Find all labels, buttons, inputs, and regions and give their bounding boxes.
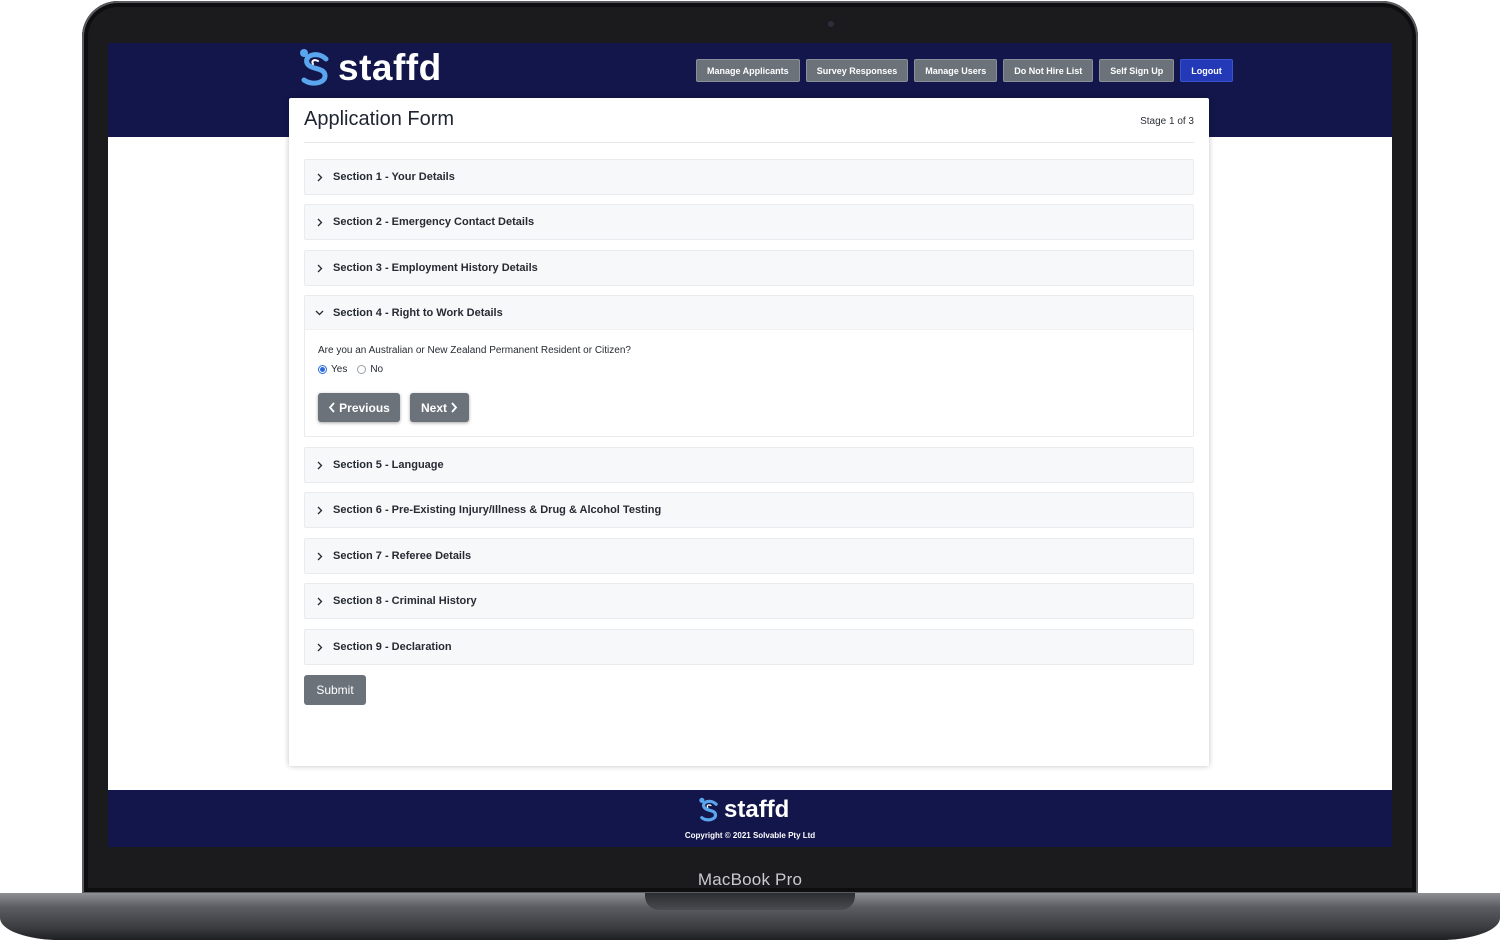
manage-users-button[interactable]: Manage Users <box>914 59 998 82</box>
residency-question: Are you an Australian or New Zealand Per… <box>318 345 631 356</box>
accordion-section-6[interactable]: Section 6 - Pre-Existing Injury/Illness … <box>304 492 1194 528</box>
accordion-section-7[interactable]: Section 7 - Referee Details <box>304 538 1194 574</box>
accordion-header[interactable]: Section 5 - Language <box>305 448 1193 482</box>
chevron-right-icon <box>315 461 324 470</box>
section-title: Section 5 - Language <box>333 459 444 471</box>
header-nav: Manage Applicants Survey Responses Manag… <box>696 59 1233 82</box>
section-title: Section 7 - Referee Details <box>333 550 472 562</box>
laptop-notch <box>645 893 855 910</box>
section-title: Section 9 - Declaration <box>333 641 452 653</box>
accordion-section-5[interactable]: Section 5 - Language <box>304 447 1194 483</box>
accordion-header[interactable]: Section 9 - Declaration <box>305 630 1193 664</box>
next-button[interactable]: Next <box>410 393 469 422</box>
no-radio[interactable] <box>357 365 367 374</box>
chevron-right-icon <box>315 643 324 652</box>
accordion-section-1[interactable]: Section 1 - Your Details <box>304 159 1194 195</box>
accordion-section-9[interactable]: Section 9 - Declaration <box>304 629 1194 665</box>
chevron-right-icon <box>315 506 324 515</box>
chevron-right-icon <box>451 402 458 413</box>
chevron-down-icon <box>315 308 324 317</box>
chevron-left-icon <box>328 402 335 413</box>
residency-radio-group: Yes No <box>318 364 393 375</box>
chevron-right-icon <box>315 597 324 606</box>
staffd-logo-icon <box>300 49 329 86</box>
accordion-section-2[interactable]: Section 2 - Emergency Contact Details <box>304 204 1194 240</box>
staffd-logo-icon <box>699 797 718 822</box>
accordion-header[interactable]: Section 6 - Pre-Existing Injury/Illness … <box>305 493 1193 527</box>
chevron-right-icon <box>315 264 324 273</box>
yes-radio[interactable] <box>318 365 327 374</box>
accordion-header[interactable]: Section 4 - Right to Work Details <box>305 296 1193 330</box>
survey-responses-button[interactable]: Survey Responses <box>805 59 909 82</box>
logout-button[interactable]: Logout <box>1180 59 1233 82</box>
section-title: Section 4 - Right to Work Details <box>333 306 503 319</box>
page-title: Application Form <box>304 108 455 130</box>
no-label[interactable]: No <box>370 364 383 375</box>
copyright-text: Copyright © 2021 Solvable Pty Ltd <box>684 831 816 840</box>
submit-button[interactable]: Submit <box>304 675 366 705</box>
stage-indicator: Stage 1 of 3 <box>1140 116 1194 127</box>
accordion-header[interactable]: Section 2 - Emergency Contact Details <box>305 205 1193 239</box>
section-title: Section 1 - Your Details <box>333 171 455 183</box>
section-title: Section 6 - Pre-Existing Injury/Illness … <box>333 504 662 516</box>
chevron-right-icon <box>315 218 324 227</box>
accordion-body: Are you an Australian or New Zealand Per… <box>305 330 1193 436</box>
manage-applicants-button[interactable]: Manage Applicants <box>696 59 800 82</box>
accordion-header[interactable]: Section 1 - Your Details <box>305 160 1193 194</box>
do-not-hire-list-button[interactable]: Do Not Hire List <box>1003 59 1094 82</box>
accordion-header[interactable]: Section 8 - Criminal History <box>305 584 1193 618</box>
accordion-section-3[interactable]: Section 3 - Employment History Details <box>304 250 1194 286</box>
yes-label[interactable]: Yes <box>331 364 347 375</box>
section-title: Section 3 - Employment History Details <box>333 262 538 274</box>
previous-button[interactable]: Previous <box>318 393 400 422</box>
device-label: MacBook Pro <box>697 870 803 889</box>
logo-wordmark: staffd <box>724 796 790 823</box>
footer-logo: staffd <box>698 796 789 824</box>
application-form-card: Application Form Stage 1 of 3 Section 1 … <box>289 98 1209 766</box>
previous-label: Previous <box>339 400 390 415</box>
section-title: Section 2 - Emergency Contact Details <box>333 216 535 228</box>
next-label: Next <box>420 400 447 415</box>
logo-wordmark: staffd <box>338 47 442 88</box>
accordion-section-4: Section 4 - Right to Work Details Are yo… <box>304 295 1194 437</box>
camera-dot <box>828 21 834 27</box>
chevron-right-icon <box>315 173 324 182</box>
screen: staffd Manage Applicants Survey Response… <box>108 43 1392 847</box>
header-logo[interactable]: staffd <box>298 47 442 89</box>
section-title: Section 8 - Criminal History <box>333 595 477 607</box>
accordion-header[interactable]: Section 7 - Referee Details <box>305 539 1193 573</box>
accordion-header[interactable]: Section 3 - Employment History Details <box>305 251 1193 285</box>
accordion-section-8[interactable]: Section 8 - Criminal History <box>304 583 1194 619</box>
title-divider <box>304 142 1194 143</box>
self-sign-up-button[interactable]: Self Sign Up <box>1099 59 1175 82</box>
chevron-right-icon <box>315 552 324 561</box>
